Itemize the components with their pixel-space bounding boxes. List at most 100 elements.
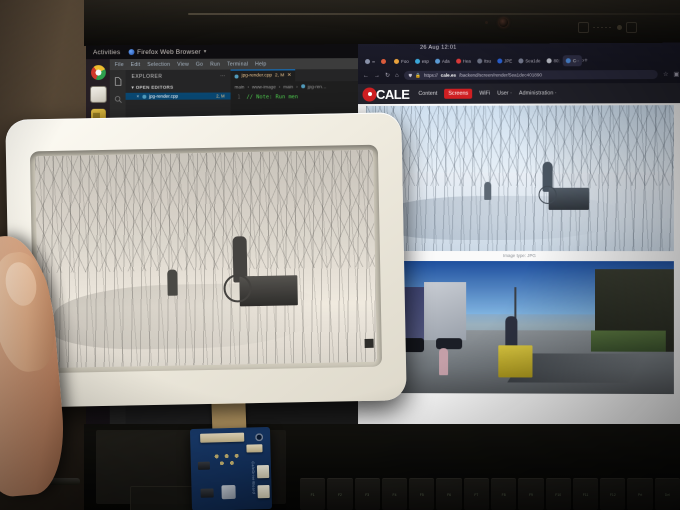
explorer-icon[interactable] — [113, 77, 122, 86]
key[interactable]: Del — [654, 478, 680, 510]
nav-item-wifi[interactable]: WiFi — [479, 91, 490, 97]
key[interactable]: F3 — [354, 478, 380, 510]
browser-tab[interactable]: Sea1de — [515, 55, 543, 66]
forest-snow-track — [368, 195, 628, 240]
epaper-photo-frame[interactable] — [5, 112, 407, 408]
epaper-rendered-image — [34, 149, 377, 369]
browser-tab[interactable]: Foo — [391, 56, 412, 67]
nav-item-user[interactable]: User · — [497, 91, 512, 97]
key[interactable]: Prt — [627, 478, 653, 510]
browser-tab[interactable]: JPE — [494, 55, 515, 66]
image-type-caption: Image type: JPG — [502, 253, 536, 259]
lock-icon[interactable]: 🔒 — [415, 72, 421, 78]
firefox-icon — [128, 49, 135, 56]
key[interactable]: F5 — [409, 478, 435, 510]
key[interactable]: F6 — [436, 478, 462, 510]
breadcrumb-item-0[interactable]: main — [235, 84, 245, 89]
cpp-file-icon — [142, 94, 147, 99]
browser-tab[interactable]: Itsu — [474, 56, 494, 67]
menu-run[interactable]: Run — [210, 61, 220, 67]
push-button-switch[interactable] — [197, 461, 211, 470]
more-actions-icon[interactable]: ⋯ — [220, 74, 225, 80]
line-number: 1 — [237, 94, 241, 101]
shield-icon[interactable]: ⛊ — [409, 73, 412, 78]
breadcrumb-item-2[interactable]: main — [283, 84, 293, 89]
key[interactable]: F12 — [600, 478, 626, 510]
open-editors-section[interactable]: ▾ OPEN EDITORS — [126, 83, 231, 93]
menu-file[interactable]: File — [115, 62, 124, 68]
new-tab-button[interactable]: + — [584, 58, 588, 64]
browser-tab[interactable]: esp — [412, 56, 432, 67]
firefox-window: 26 Aug 12:01 ∞ Foo esp Ada Hea Itsu JPE … — [358, 42, 680, 428]
browser-tab[interactable]: 80: — [544, 55, 563, 66]
close-icon[interactable]: ✕ — [287, 73, 291, 78]
push-button-switch[interactable] — [200, 488, 214, 498]
forest-branches-texture — [366, 105, 674, 186]
menu-selection[interactable]: Selection — [147, 61, 170, 67]
breadcrumb-item-3[interactable]: jpg-ren… — [308, 84, 327, 89]
browser-tab[interactable] — [378, 56, 391, 67]
tab-label: esp — [421, 58, 429, 64]
key[interactable]: F2 — [327, 478, 353, 510]
key[interactable]: F10 — [545, 478, 571, 510]
tab-label: C·· — [572, 58, 580, 64]
solder-pads — [212, 451, 247, 467]
figure-child — [439, 348, 449, 375]
files-icon[interactable] — [89, 85, 107, 103]
menu-go[interactable]: Go — [196, 61, 203, 67]
cale-nav-links[interactable]: Content Screens WiFi User · Administrati… — [418, 88, 557, 99]
nav-item-screens[interactable]: Screens — [444, 88, 473, 99]
firefox-tab-strip[interactable]: ∞ Foo esp Ada Hea Itsu JPE Sea1de 80: C·… — [358, 54, 680, 68]
browser-tab[interactable]: Ada — [432, 56, 453, 67]
tab-label: Ada — [441, 58, 450, 64]
bookmark-star-icon[interactable]: ☆ — [663, 71, 668, 78]
forward-button[interactable]: → — [374, 73, 380, 79]
breadcrumb-separator: › — [296, 83, 298, 89]
home-button[interactable]: ⌂ — [395, 72, 399, 78]
badge-knob-icon — [617, 25, 622, 30]
key[interactable]: F9 — [518, 478, 544, 510]
key[interactable]: F7 — [463, 478, 489, 510]
menu-terminal[interactable]: Terminal — [227, 61, 248, 67]
reload-button[interactable]: ↻ — [385, 72, 390, 79]
account-icon[interactable]: ▣ — [674, 71, 680, 78]
address-bar[interactable]: ⛊ 🔒 https://cale.es/backend/screen/rende… — [403, 69, 658, 80]
menu-help[interactable]: Help — [255, 61, 266, 67]
key[interactable]: F4 — [381, 478, 408, 510]
menu-edit[interactable]: Edit — [131, 61, 141, 67]
search-icon[interactable] — [113, 95, 123, 104]
keyboard-keys[interactable]: F1 F2 F3 F4 F5 F6 F7 F8 F9 F10 F11 F12 P… — [300, 478, 680, 510]
close-icon[interactable]: × — [136, 94, 139, 99]
tab-favicon — [414, 58, 420, 64]
preview-image-forest[interactable] — [366, 105, 674, 252]
camera-indicator-dot — [485, 21, 488, 24]
chrome-icon[interactable] — [90, 65, 106, 81]
fpc-connector-secondary — [246, 444, 263, 453]
open-editor-item[interactable]: × jpg-render.cpp 2, M — [125, 92, 231, 100]
cale-logo[interactable]: CALE — [364, 86, 409, 102]
firefox-nav-bar[interactable]: ← → ↻ ⌂ ⛊ 🔒 https://cale.es/backend/scre… — [358, 68, 680, 82]
nav-item-content[interactable]: Content — [418, 91, 437, 97]
back-button[interactable]: ← — [363, 73, 369, 79]
editor-tab-strip[interactable]: jpg-render.cpp 2, M ✕ — [230, 68, 359, 83]
key[interactable]: F1 — [300, 478, 326, 510]
breadcrumb-item-1[interactable]: www-image — [252, 84, 276, 89]
key[interactable]: F11 — [572, 478, 599, 510]
code-comment: // Note: Run men — [246, 94, 299, 101]
browser-tab-active[interactable]: C·· — [562, 55, 583, 67]
system-clock: 26 Aug 12:01 — [420, 44, 457, 51]
activities-button[interactable]: Activities — [93, 49, 120, 56]
tab-label: 80: — [553, 58, 560, 64]
nav-item-administration[interactable]: Administration · — [519, 90, 557, 96]
browser-tab[interactable]: ∞ — [362, 56, 378, 67]
logo-silkscreen — [221, 484, 236, 500]
breadcrumb-separator: › — [247, 83, 249, 89]
preview-image-street[interactable] — [366, 260, 674, 395]
browser-tab[interactable]: Hea — [453, 56, 474, 67]
app-menu-firefox[interactable]: Firefox Web Browser ▾ — [128, 48, 207, 56]
screen-render-preview: Image type: JPG — [366, 105, 674, 395]
key[interactable]: F8 — [491, 478, 517, 510]
menu-view[interactable]: View — [177, 61, 189, 67]
breadcrumb[interactable]: main › www-image › main › jpg-ren… — [231, 81, 358, 91]
editor-tab-jpg-render[interactable]: jpg-render.cpp 2, M ✕ — [230, 68, 296, 83]
